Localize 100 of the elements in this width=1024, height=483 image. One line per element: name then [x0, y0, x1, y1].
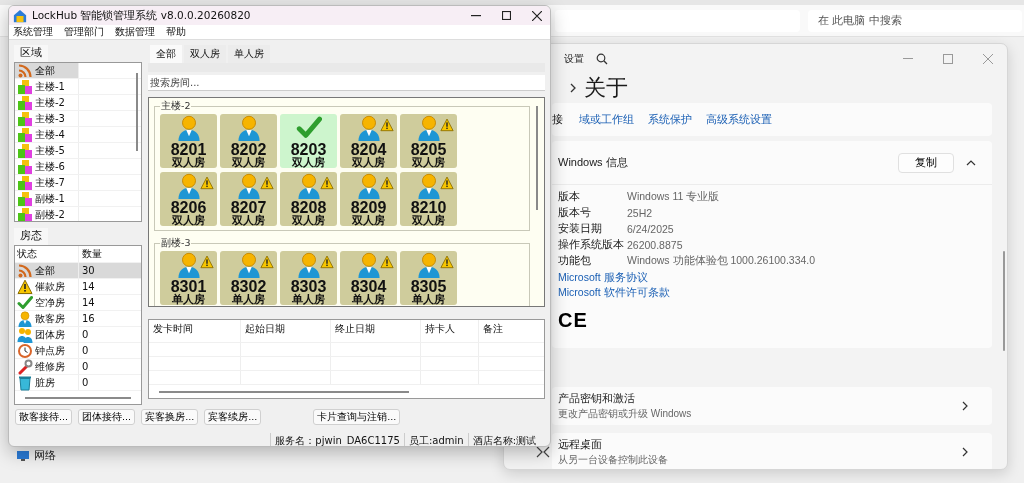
action-button[interactable]: 宾客续房...: [204, 409, 262, 425]
room-tile[interactable]: 8205 双人房: [400, 114, 457, 168]
filter-tab[interactable]: 全部: [150, 45, 182, 63]
column-header[interactable]: 备注: [479, 320, 544, 342]
region-item[interactable]: 主楼-5: [15, 143, 79, 158]
region-item[interactable]: 主楼-2: [15, 95, 79, 110]
table-cell-text: 14: [81, 280, 96, 294]
room-type: 单人房: [232, 294, 265, 306]
action-button[interactable]: 宾客换房...: [141, 409, 199, 425]
remote-icon: [536, 445, 550, 459]
column-header[interactable]: 起始日期: [241, 320, 331, 342]
nav-item[interactable]: 网络: [34, 448, 56, 463]
room-tile[interactable]: 8304 单人房: [340, 251, 397, 305]
room-tile[interactable]: 8209 双人房: [340, 172, 397, 226]
info-label: 功能包: [558, 254, 592, 268]
menu-item[interactable]: 帮助: [166, 25, 186, 39]
related-link[interactable]: 系统保护: [648, 112, 692, 127]
room-number: 8206: [170, 200, 207, 215]
region-item[interactable]: 副楼-2: [15, 207, 79, 221]
agreement-link[interactable]: Microsoft 服务协议: [558, 270, 648, 284]
chevron-icon: [962, 401, 968, 411]
related-link[interactable]: 域或工作组: [579, 112, 634, 127]
room-tile[interactable]: 8303 单人房: [280, 251, 337, 305]
room-tile[interactable]: 8204 双人房: [340, 114, 397, 168]
blocks-icon: [17, 158, 33, 175]
row-title: 远程桌面: [558, 437, 603, 452]
menu-item[interactable]: 数据管理: [115, 25, 155, 39]
search-icon[interactable]: [596, 53, 608, 65]
people-icon: [17, 326, 33, 343]
minimize-icon[interactable]: [471, 14, 481, 17]
chevron-icon: [570, 83, 576, 93]
info-label: 版本: [558, 190, 581, 204]
region-item[interactable]: 主楼-7: [15, 175, 79, 190]
section-title: Windows 信息: [558, 155, 628, 170]
wrench-icon: [17, 358, 33, 375]
room-tile[interactable]: 8302 单人房: [220, 251, 277, 305]
room-tile[interactable]: 8202 双人房: [220, 114, 277, 168]
room-tile[interactable]: 8210 双人房: [400, 172, 457, 226]
scrollbar[interactable]: [159, 391, 409, 393]
panel-tab[interactable]: 区域: [14, 45, 48, 62]
column-header[interactable]: 数量: [79, 246, 141, 262]
blocks-icon: [17, 190, 33, 207]
room-tile[interactable]: 8207 双人房: [220, 172, 277, 226]
status-item[interactable]: 钟点房: [15, 343, 79, 358]
search-field[interactable]: 搜索房间...: [148, 75, 545, 91]
check-icon: [17, 294, 33, 311]
blocks-icon: [17, 94, 33, 111]
menu-item[interactable]: 管理部门: [64, 25, 104, 39]
room-number: 8301: [170, 279, 207, 294]
filter-tab[interactable]: 单人房: [228, 45, 270, 63]
status-item[interactable]: 全部: [15, 263, 79, 278]
scrollbar[interactable]: [536, 106, 538, 210]
scrollbar[interactable]: [136, 73, 138, 151]
room-tile[interactable]: 8208 双人房: [280, 172, 337, 226]
status-item[interactable]: 散客房: [15, 311, 79, 326]
column-header[interactable]: 发卡时间: [149, 320, 241, 342]
blocks-icon: [17, 206, 33, 221]
room-number: 8210: [410, 200, 447, 215]
region-item[interactable]: 主楼-3: [15, 111, 79, 126]
region-item[interactable]: 主楼-6: [15, 159, 79, 174]
room-tile[interactable]: 8301 单人房: [160, 251, 217, 305]
close-icon[interactable]: [532, 10, 542, 21]
table-cell-text: 0: [81, 360, 90, 374]
menu-item[interactable]: 系统管理: [13, 25, 53, 39]
copy-button[interactable]: 复制: [898, 152, 954, 173]
scrollbar[interactable]: [1003, 251, 1005, 351]
room-tile[interactable]: 8206 双人房: [160, 172, 217, 226]
settings-row[interactable]: 产品密钥和激活 更改产品密钥或升级 Windows: [552, 387, 992, 425]
action-button[interactable]: 散客接待...: [15, 409, 73, 425]
region-item[interactable]: 副楼-1: [15, 191, 79, 206]
agreement-link[interactable]: Microsoft 软件许可条款: [558, 285, 670, 299]
room-tile[interactable]: 8305 单人房: [400, 251, 457, 305]
room-type: 单人房: [412, 294, 445, 306]
blocks-icon: [17, 126, 33, 143]
column-header[interactable]: 状态: [15, 246, 79, 262]
status-item[interactable]: 空净房: [15, 295, 79, 310]
search-field[interactable]: 在 此电脑 中搜索: [808, 9, 1022, 32]
column-header[interactable]: 持卡人: [421, 320, 479, 342]
region-item[interactable]: 全部: [15, 63, 79, 78]
status-item[interactable]: 维修房: [15, 359, 79, 374]
row-subtitle: 从另一台设备控制此设备: [558, 452, 669, 467]
action-button[interactable]: 团体接待...: [78, 409, 136, 425]
filter-tab[interactable]: 双人房: [184, 45, 226, 63]
room-number: 8204: [350, 142, 387, 157]
related-link[interactable]: 高级系统设置: [706, 112, 772, 127]
region-item[interactable]: 主楼-1: [15, 79, 79, 94]
status-item[interactable]: 催款房: [15, 279, 79, 294]
scrollbar[interactable]: [25, 397, 131, 399]
status-item[interactable]: 团体房: [15, 327, 79, 342]
action-button[interactable]: 卡片查询与注销...: [313, 409, 401, 425]
room-tile[interactable]: 8203 双人房: [280, 114, 337, 168]
room-tile[interactable]: 8201 双人房: [160, 114, 217, 168]
column-header[interactable]: 终止日期: [331, 320, 421, 342]
row-title: 产品密钥和激活: [558, 391, 636, 406]
maximize-icon[interactable]: [502, 11, 511, 20]
region-item[interactable]: 主楼-4: [15, 127, 79, 142]
panel-tab[interactable]: 房态: [14, 228, 48, 245]
chevron-icon[interactable]: [966, 159, 976, 166]
room-number: 8304: [350, 279, 387, 294]
status-item[interactable]: 脏房: [15, 375, 79, 390]
